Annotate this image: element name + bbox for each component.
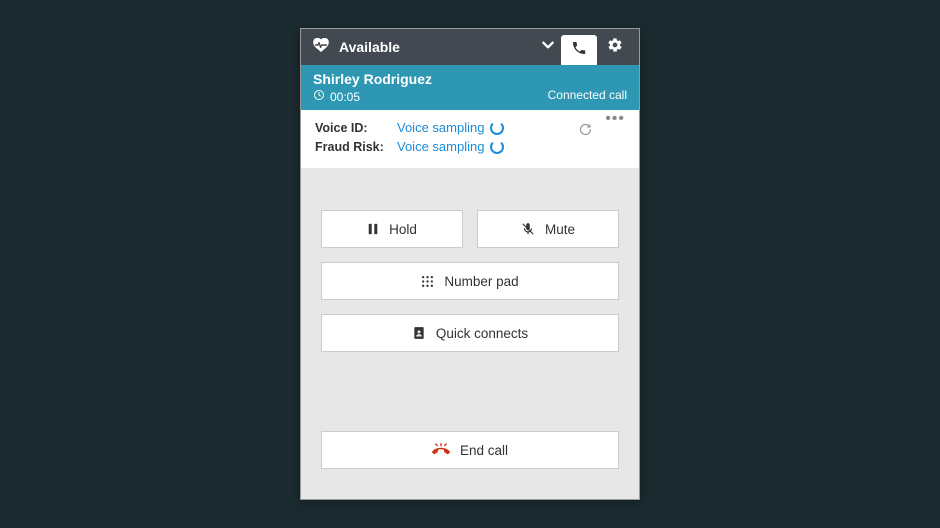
agent-status-text: Available	[339, 39, 400, 55]
gear-icon	[607, 37, 623, 58]
call-timer: 00:05	[313, 89, 432, 104]
clock-icon	[313, 89, 325, 104]
call-state: Connected call	[548, 88, 627, 104]
status-heartbeat-icon	[311, 38, 331, 57]
fraud-risk-row: Fraud Risk: Voice sampling	[315, 139, 570, 154]
caller-name: Shirley Rodriguez	[313, 71, 432, 87]
ccp-panel: Available Shirley Rodriguez 00:05	[300, 28, 640, 500]
caller-info-bar: Shirley Rodriguez 00:05 Connected call	[301, 65, 639, 110]
chevron-down-icon	[541, 38, 555, 57]
fraud-risk-label: Fraud Risk:	[315, 140, 389, 154]
voiceid-row: Voice ID: Voice sampling	[315, 120, 570, 135]
voiceid-label: Voice ID:	[315, 121, 389, 135]
refresh-button[interactable]	[578, 122, 593, 140]
spinner-icon	[490, 140, 504, 154]
endcall-button[interactable]: End call	[321, 431, 619, 469]
quickconnects-button[interactable]: Quick connects	[321, 314, 619, 352]
hangup-icon	[432, 443, 450, 457]
phone-tab[interactable]	[561, 35, 597, 65]
spinner-icon	[490, 121, 504, 135]
settings-button[interactable]	[597, 32, 633, 62]
contacts-icon	[412, 326, 426, 340]
dialpad-icon	[421, 275, 434, 288]
topbar: Available	[301, 29, 639, 65]
fraud-risk-value: Voice sampling	[397, 139, 504, 154]
phone-icon	[571, 40, 587, 61]
mute-icon	[521, 222, 535, 236]
call-timer-value: 00:05	[330, 90, 360, 104]
numberpad-button[interactable]: Number pad	[321, 262, 619, 300]
hold-button[interactable]: Hold	[321, 210, 463, 248]
call-controls: Hold Mute Number pad	[301, 168, 639, 499]
pause-icon	[367, 223, 379, 235]
voiceid-section: Voice ID: Voice sampling Fraud Risk: Voi…	[301, 110, 639, 168]
mute-button[interactable]: Mute	[477, 210, 619, 248]
voiceid-value: Voice sampling	[397, 120, 504, 135]
agent-status-dropdown[interactable]: Available	[311, 38, 541, 57]
